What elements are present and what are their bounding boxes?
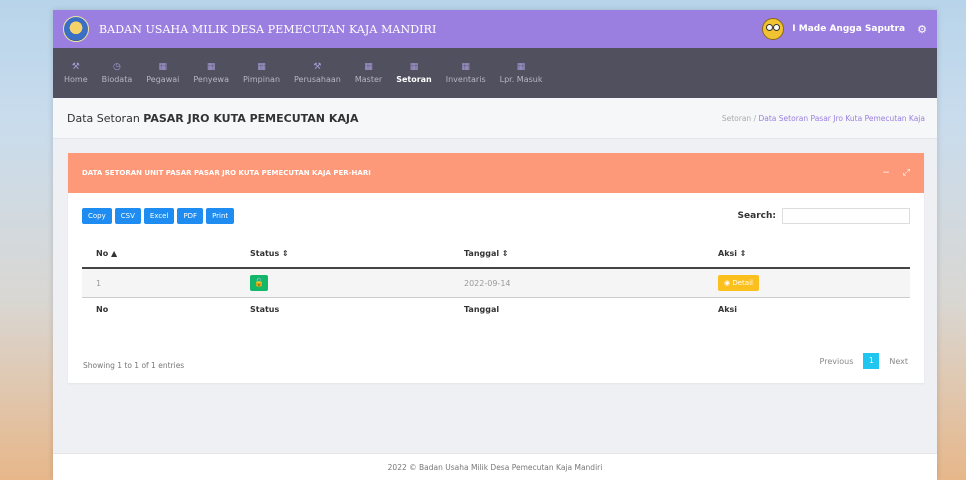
- nav-label: Perusahaan: [294, 75, 341, 84]
- nav-label: Penyewa: [193, 75, 229, 84]
- csv-button[interactable]: CSV: [114, 208, 141, 224]
- table-footer-row: No Status Tanggal Aksi: [82, 297, 910, 320]
- nav-label: Home: [64, 75, 88, 84]
- wrench-icon: ⚒: [71, 62, 80, 72]
- calendar-icon: ▦: [364, 62, 373, 72]
- search-box: Search:: [738, 208, 910, 224]
- nav-item-pegawai[interactable]: ▦ Pegawai: [139, 48, 186, 98]
- nav-label: Master: [354, 75, 383, 84]
- nav-label: Inventaris: [445, 75, 486, 84]
- previous-button[interactable]: Previous: [820, 357, 854, 366]
- search-label: Search:: [737, 211, 776, 221]
- page-title-prefix: Data Setoran: [67, 111, 140, 125]
- nav-item-pimpinan[interactable]: ▦ Pimpinan: [236, 48, 287, 98]
- data-table: No ▲ Status ⇕ Tanggal ⇕ Aksi ⇕ 1 🔓 2022-…: [82, 239, 910, 320]
- excel-button[interactable]: Excel: [143, 208, 175, 224]
- column-header-aksi[interactable]: Aksi ⇕: [704, 239, 910, 269]
- data-card: DATA SETORAN UNIT PASAR PASAR JRO KUTA P…: [68, 153, 924, 383]
- app-window: BADAN USAHA MILIK DESA PEMECUTAN KAJA MA…: [53, 10, 937, 480]
- pdf-button[interactable]: PDF: [177, 208, 204, 224]
- card-title: DATA SETORAN UNIT PASAR PASAR JRO KUTA P…: [82, 169, 371, 177]
- page-title-bold: PASAR JRO KUTA PEMECUTAN KAJA: [143, 111, 359, 125]
- column-footer-aksi: Aksi: [704, 297, 910, 320]
- card-tools: − ⤢: [872, 168, 910, 178]
- cell-status: 🔓: [236, 268, 450, 298]
- main-nav: ⚒ Home ◷ Biodata ▦ Pegawai ▦ Penyewa ▦ Pimpin…: [53, 48, 937, 98]
- breadcrumb: Setoran / Data Setoran Pasar Jro Kuta Pe…: [722, 114, 925, 123]
- column-footer-tanggal: Tanggal: [450, 297, 704, 320]
- nav-label: Setoran: [396, 75, 432, 84]
- column-header-tanggal[interactable]: Tanggal ⇕: [450, 239, 704, 269]
- cell-tanggal: 2022-09-14: [450, 268, 704, 298]
- calendar-icon: ▦: [257, 62, 266, 72]
- calendar-icon: ▦: [206, 62, 216, 72]
- cell-aksi: ◉ Detail: [704, 268, 910, 298]
- breadcrumb-separator: /: [753, 113, 757, 123]
- nav-item-setoran[interactable]: ▦ Setoran: [389, 48, 439, 98]
- detail-button[interactable]: ◉ Detail: [718, 275, 759, 291]
- next-button[interactable]: Next: [889, 357, 908, 366]
- entries-info: Showing 1 to 1 of 1 entries: [83, 361, 185, 370]
- avatar[interactable]: [762, 18, 785, 40]
- breadcrumb-current: Data Setoran Pasar Jro Kuta Pemecutan Ka…: [758, 113, 926, 123]
- wrench-icon: ⚒: [313, 62, 322, 72]
- column-footer-no: No: [82, 297, 236, 320]
- top-bar: BADAN USAHA MILIK DESA PEMECUTAN KAJA MA…: [53, 10, 937, 48]
- pagination: Previous 1 Next: [820, 353, 908, 369]
- nav-item-home[interactable]: ⚒ Home: [57, 48, 95, 98]
- table-tools: Copy CSV Excel PDF Print Search:: [82, 207, 910, 225]
- expand-icon[interactable]: ⤢: [903, 168, 910, 178]
- breadcrumb-root[interactable]: Setoran: [722, 114, 751, 123]
- nav-label: Biodata: [101, 75, 133, 84]
- nav-label: Pimpinan: [243, 75, 281, 84]
- column-header-no[interactable]: No ▲: [82, 239, 236, 269]
- user-menu[interactable]: I Made Angga Saputra ⚙: [762, 10, 927, 48]
- clock-icon: ◷: [113, 62, 121, 72]
- copy-button[interactable]: Copy: [82, 208, 112, 224]
- logo-icon: [63, 16, 89, 42]
- app-title: BADAN USAHA MILIK DESA PEMECUTAN KAJA MA…: [99, 22, 437, 36]
- nav-label: Lpr. Masuk: [499, 75, 543, 84]
- column-header-status[interactable]: Status ⇕: [236, 239, 450, 269]
- cell-no: 1: [82, 268, 236, 298]
- page-header: Data Setoran PASAR JRO KUTA PEMECUTAN KA…: [53, 98, 937, 139]
- calendar-icon: ▦: [516, 62, 526, 72]
- nav-item-perusahaan[interactable]: ⚒ Perusahaan: [287, 48, 348, 98]
- nav-item-penyewa[interactable]: ▦ Penyewa: [186, 48, 236, 98]
- page-1-button[interactable]: 1: [863, 353, 880, 369]
- nav-label: Pegawai: [146, 75, 180, 84]
- column-footer-status: Status: [236, 297, 450, 320]
- username[interactable]: I Made Angga Saputra: [792, 24, 905, 34]
- table-row: 1 🔓 2022-09-14 ◉ Detail: [82, 268, 910, 298]
- calendar-icon: ▦: [409, 62, 419, 72]
- unlock-icon[interactable]: 🔓: [250, 275, 268, 291]
- calendar-icon: ▦: [461, 62, 470, 72]
- page-title: Data Setoran PASAR JRO KUTA PEMECUTAN KA…: [67, 112, 358, 125]
- table-header-row: No ▲ Status ⇕ Tanggal ⇕ Aksi ⇕: [82, 239, 910, 269]
- print-button[interactable]: Print: [206, 208, 235, 224]
- minimize-icon[interactable]: −: [882, 168, 890, 178]
- footer: 2022 © Badan Usaha Milik Desa Pemecutan …: [53, 453, 937, 480]
- nav-item-biodata[interactable]: ◷ Biodata: [95, 48, 140, 98]
- card-header: DATA SETORAN UNIT PASAR PASAR JRO KUTA P…: [68, 153, 924, 193]
- nav-item-master[interactable]: ▦ Master: [348, 48, 389, 98]
- nav-item-inventaris[interactable]: ▦ Inventaris: [439, 48, 493, 98]
- search-input[interactable]: [782, 208, 910, 224]
- gear-icon[interactable]: ⚙: [917, 23, 927, 36]
- nav-item-lpr-masuk[interactable]: ▦ Lpr. Masuk: [493, 48, 550, 98]
- calendar-icon: ▦: [158, 62, 168, 72]
